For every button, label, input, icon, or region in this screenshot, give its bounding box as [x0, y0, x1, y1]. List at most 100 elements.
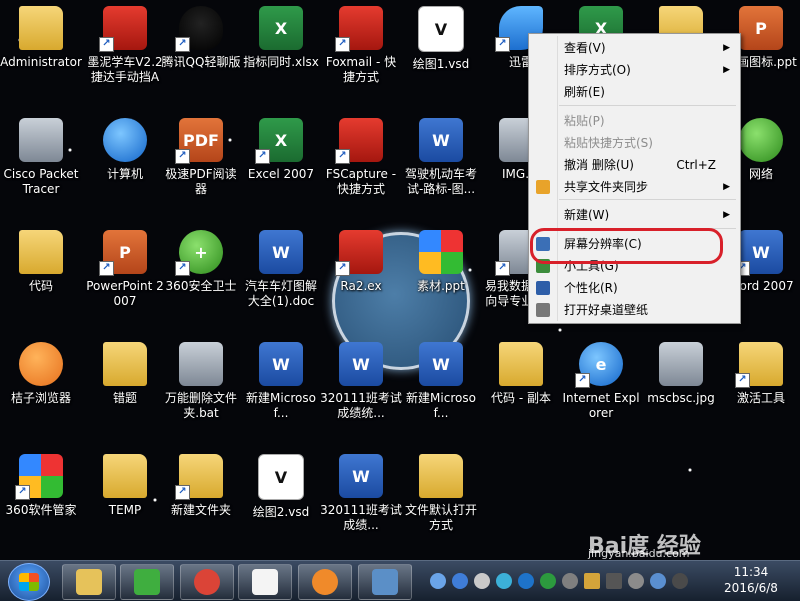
chrome-icon [194, 569, 220, 595]
desktop-icon[interactable]: 代码 [0, 230, 82, 294]
desktop-icon[interactable]: ↗ 360软件管家 [0, 454, 82, 518]
desktop-icon-label: 绘图2.vsd [252, 505, 310, 519]
menu-item[interactable]: 撤消 删除(U) Ctrl+Z [531, 154, 738, 176]
desktop-icon[interactable]: ↗ FSCapture - 快捷方式 [320, 118, 402, 197]
desktop-icon[interactable]: ↗ Ra2.ex [320, 230, 402, 294]
menu-item[interactable]: 排序方式(O) ▶ [531, 59, 738, 81]
desktop-icon[interactable]: mscbsc.jpg [640, 342, 722, 406]
desktop-icon[interactable]: 代码 - 副本 [480, 342, 562, 406]
red-car-icon: ↗ [99, 6, 147, 52]
taskbar-button[interactable] [238, 564, 292, 600]
shortcut-arrow-icon: ↗ [255, 149, 270, 164]
desktop-icon[interactable]: Administrator [0, 6, 82, 70]
tray-settings-icon[interactable] [474, 573, 490, 589]
menu-item[interactable]: 粘贴(P) [531, 110, 738, 132]
desktop-icon[interactable]: W 新建Microsof... [400, 342, 482, 421]
tray-xunlei-icon[interactable] [496, 573, 512, 589]
tray-help-icon[interactable] [452, 573, 468, 589]
desktop-icon[interactable]: 万能删除文件夹.bat [160, 342, 242, 421]
taskbar-button[interactable] [180, 564, 234, 600]
tray-bluetooth-icon[interactable] [430, 573, 446, 589]
word-file-icon: W [259, 342, 303, 386]
menu-item-label: 查看(V) [564, 41, 606, 55]
taskbar: 11:34 2016/6/8 [0, 560, 800, 601]
tray-360-icon[interactable] [540, 573, 556, 589]
tray-volume-icon[interactable] [628, 573, 644, 589]
desktop-icon[interactable]: 素材.ppt [400, 230, 482, 294]
desktop-icon[interactable]: TEMP [84, 454, 166, 518]
desktop-icon[interactable]: 错题 [84, 342, 166, 406]
menu-item[interactable]: 刷新(E) [531, 81, 738, 103]
taskbar-button[interactable] [298, 564, 352, 600]
desktop-icon-label: Ra2.ex [340, 279, 382, 293]
desktop-icon[interactable]: 计算机 [84, 118, 166, 182]
tray-power-icon[interactable] [672, 573, 688, 589]
desktop-icon[interactable]: 桔子浏览器 [0, 342, 82, 406]
word-app-icon: W ↗ [735, 230, 783, 276]
desktop-icon[interactable]: W 新建Microsof... [240, 342, 322, 421]
bat-file-icon [179, 342, 223, 386]
menu-item[interactable]: 粘贴快捷方式(S) [531, 132, 738, 154]
desktop-icon[interactable]: X 指标同时.xlsx [240, 6, 322, 70]
360-manager-icon: ↗ [15, 454, 63, 500]
desktop-icon-label: 计算机 [106, 167, 143, 181]
desktop-icon[interactable]: ↗ 腾讯QQ轻聊版 [160, 6, 242, 70]
word-file-icon: W [419, 118, 463, 162]
submenu-arrow-icon: ▶ [723, 43, 730, 53]
desktop-icon[interactable]: ↗ 墨泥学车V2.2捷达手动挡A [84, 6, 166, 85]
desktop-icon[interactable]: Cisco Packet Tracer [0, 118, 82, 197]
desktop-icon[interactable]: 文件默认打开方式 [400, 454, 482, 533]
taskbar-button[interactable] [358, 564, 412, 600]
cisco-icon [19, 118, 63, 162]
tray-ime-icon[interactable] [650, 573, 666, 589]
shortcut-arrow-icon: ↗ [575, 373, 590, 388]
shortcut-arrow-icon: ↗ [99, 37, 114, 52]
desktop-icon-label: 腾讯QQ轻聊版 [161, 55, 241, 69]
desktop-icon[interactable]: W 汽车车灯图解大全(1).doc [240, 230, 322, 309]
folder-icon [419, 454, 463, 498]
start-button[interactable] [8, 563, 50, 601]
desktop-icon-label: 绘图1.vsd [412, 57, 470, 71]
desktop-icon[interactable]: ↗ 新建文件夹 [160, 454, 242, 518]
desktop-icon-label: 360软件管家 [5, 503, 77, 517]
tray-shield-icon[interactable] [562, 573, 578, 589]
taskbar-button[interactable] [62, 564, 116, 600]
menu-item-label: 共享文件夹同步 [564, 180, 649, 194]
desktop-icon-label: 新建Microsof... [406, 391, 476, 420]
desktop-icon[interactable]: + ↗ 360安全卫士 [160, 230, 242, 294]
desktop-icon[interactable]: P ↗ PowerPoint 2007 [84, 230, 166, 309]
folder-icon: ↗ [175, 454, 223, 500]
tray-k-icon[interactable] [518, 573, 534, 589]
taskbar-clock[interactable]: 11:34 2016/6/8 [718, 564, 784, 596]
shortcut-arrow-icon: ↗ [335, 149, 350, 164]
menu-item[interactable]: 打开好桌道壁纸 [531, 299, 738, 321]
menu-item-label: 个性化(R) [564, 281, 618, 295]
taskbar-button[interactable] [120, 564, 174, 600]
tray-flag-icon[interactable] [584, 573, 600, 589]
wallpaper-icon [536, 303, 550, 317]
desktop[interactable]: Administrator ↗ 墨泥学车V2.2捷达手动挡A ↗ 腾讯QQ轻聊版 X 指标同… [0, 0, 800, 560]
desktop-icon[interactable]: ↗ 激活工具 [720, 342, 800, 406]
desktop-icon[interactable]: PDF ↗ 极速PDF阅读器 [160, 118, 242, 197]
desktop-icon[interactable]: e ↗ Internet Explorer [560, 342, 642, 421]
desktop-icon[interactable]: W 320111班考试成绩统... [320, 342, 402, 421]
desktop-icon[interactable]: V 绘图2.vsd [240, 454, 322, 520]
desktop-icon-label: 文件默认打开方式 [404, 503, 477, 532]
desktop-icon-label: 360安全卫士 [165, 279, 237, 293]
menu-item[interactable]: 共享文件夹同步 ▶ [531, 176, 738, 198]
desktop-icon-label: TEMP [108, 503, 142, 517]
menu-item-label: 打开好桌道壁纸 [564, 303, 649, 317]
tray-network-icon[interactable] [606, 573, 622, 589]
menu-item[interactable]: 新建(W) ▶ [531, 204, 738, 226]
menu-item[interactable]: 个性化(R) [531, 277, 738, 299]
desktop-icon[interactable]: W 驾驶机动车考试-路标-图... [400, 118, 482, 197]
desktop-icon-label: Internet Explorer [562, 391, 640, 420]
menu-item[interactable]: 查看(V) ▶ [531, 37, 738, 59]
shortcut-arrow-icon: ↗ [335, 37, 350, 52]
desktop-icon[interactable]: W 320111班考试成绩... [320, 454, 402, 533]
desktop-icon[interactable]: ↗ Foxmail - 快捷方式 [320, 6, 402, 85]
desktop-icon-label: 素材.ppt [417, 279, 465, 293]
desktop-icon-label: 墨泥学车V2.2捷达手动挡A [87, 55, 163, 84]
desktop-icon[interactable]: V 绘图1.vsd [400, 6, 482, 72]
desktop-icon[interactable]: X ↗ Excel 2007 [240, 118, 322, 182]
